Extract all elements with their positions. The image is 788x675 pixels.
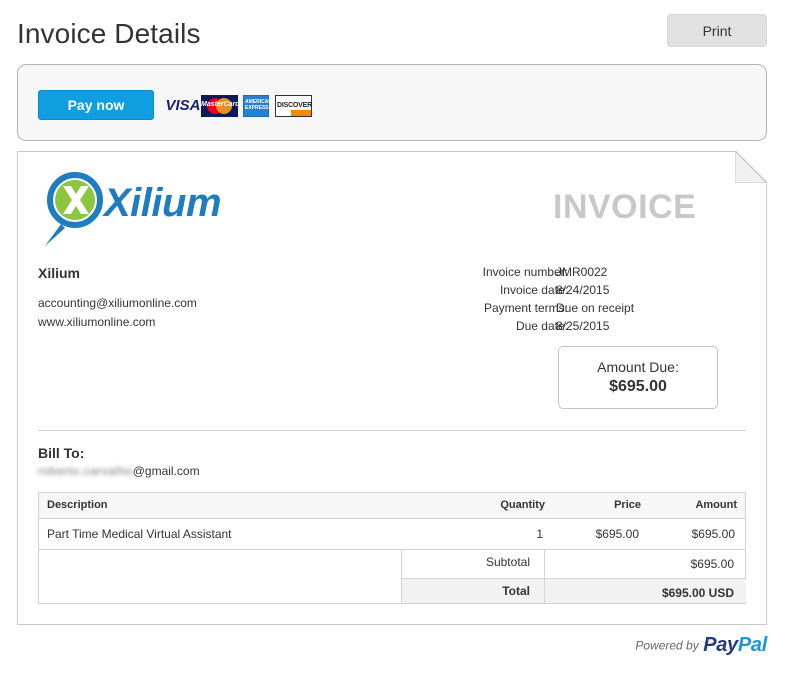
- powered-by-text: Powered by: [635, 638, 699, 653]
- meta-due-date: Due date: 8/25/2015: [420, 319, 750, 337]
- section-divider: [38, 430, 746, 431]
- seller-email: accounting@xiliumonline.com: [38, 296, 197, 310]
- amount-due-box: Amount Due: $695.00: [558, 346, 718, 409]
- print-button[interactable]: Print: [667, 14, 767, 47]
- meta-invoice-date: Invoice date: 8/24/2015: [420, 283, 750, 301]
- totals-area: Subtotal $695.00 Total $695.00 USD: [401, 550, 746, 603]
- items-table: Description Quantity Price Amount Part T…: [38, 492, 746, 604]
- total-label: Total: [502, 584, 530, 598]
- header-amount: Amount: [695, 499, 737, 511]
- header-price: Price: [614, 499, 641, 511]
- logo-text: Xilium: [104, 181, 222, 225]
- total-value: $695.00 USD: [661, 586, 734, 600]
- amex-icon: AMERICAN EXPRESS: [243, 95, 272, 117]
- page-title: Invoice Details: [17, 18, 201, 49]
- header-description: Description: [47, 499, 108, 511]
- powered-by-paypal: Powered by PayPal: [635, 634, 767, 660]
- cell-price: $695.00: [595, 527, 639, 541]
- meta-invoice-number: Invoice number: JMR0022: [420, 265, 750, 283]
- mastercard-icon: MasterCard: [201, 95, 240, 117]
- visa-icon: VISA: [165, 97, 201, 114]
- meta-value: JMR0022: [556, 265, 608, 279]
- seller-name: Xilium: [38, 265, 81, 281]
- subtotal-value: $695.00: [690, 557, 734, 571]
- cell-amount: $695.00: [691, 527, 735, 541]
- bill-to-label: Bill To:: [38, 445, 85, 461]
- invoice-heading: INVOICE: [553, 188, 697, 226]
- meta-payment-terms: Payment terms: Due on receipt: [420, 301, 750, 319]
- email-domain: @gmail.com: [132, 464, 200, 478]
- redacted-email-user: roberto.carvalho: [38, 464, 133, 478]
- pay-now-button[interactable]: Pay now: [38, 90, 154, 120]
- seller-website: www.xiliumonline.com: [38, 315, 156, 329]
- page-fold-corner: [735, 151, 767, 183]
- paypal-logo: PayPal: [703, 634, 767, 656]
- subtotal-row: Subtotal $695.00: [402, 550, 746, 579]
- bill-to-email: roberto.carvalho@gmail.com: [38, 464, 200, 478]
- subtotal-label: Subtotal: [485, 555, 530, 569]
- amount-due-label: Amount Due:: [597, 359, 679, 375]
- header-quantity: Quantity: [500, 499, 545, 511]
- discover-icon: DISCOVER: [275, 95, 312, 117]
- meta-value: 8/25/2015: [556, 319, 610, 333]
- table-header: Description Quantity Price Amount: [39, 493, 745, 519]
- amount-due-value: $695.00: [609, 378, 667, 395]
- cell-quantity: 1: [536, 527, 543, 541]
- meta-value: 8/24/2015: [556, 283, 610, 297]
- cell-description: Part Time Medical Virtual Assistant: [47, 527, 232, 541]
- payment-panel: Pay now VISA MasterCard AMERICAN EXPRESS…: [17, 64, 767, 141]
- meta-value: Due on receipt: [556, 301, 635, 315]
- total-row: Total $695.00 USD: [402, 579, 746, 603]
- table-row: Part Time Medical Virtual Assistant 1 $6…: [39, 519, 745, 550]
